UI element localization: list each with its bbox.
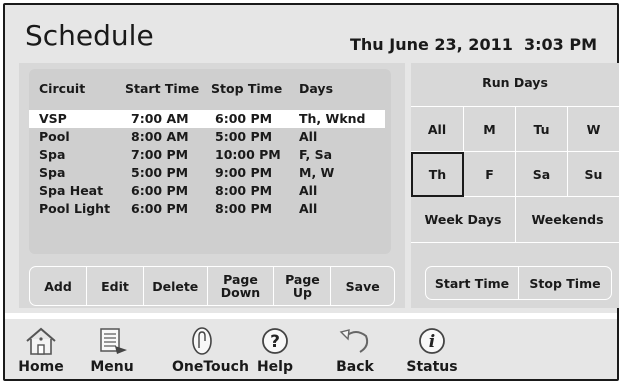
footer-divider [5, 313, 617, 319]
cell-circuit: Spa [39, 165, 66, 180]
start-time-button[interactable]: Start Time [426, 267, 519, 299]
run-days-title: Run Days [482, 75, 548, 90]
week-days-button[interactable]: Week Days [411, 197, 516, 242]
nav-onetouch-label: OneTouch [172, 359, 249, 375]
home-icon [11, 327, 71, 355]
cell-circuit: Pool Light [39, 201, 111, 216]
table-row[interactable]: VSP 7:00 AM 6:00 PM Th, Wknd [29, 110, 385, 128]
table-row[interactable]: Pool 8:00 AM 5:00 PM All [29, 128, 385, 146]
page-down-button[interactable]: Page Down [208, 267, 275, 305]
nav-help-label: Help [256, 359, 294, 375]
cell-stop-time: 8:00 PM [215, 201, 273, 216]
cell-days: F, Sa [299, 147, 333, 162]
schedule-panel: Circuit Start Time Stop Time Days VSP 7:… [19, 63, 405, 308]
col-header-circuit: Circuit [39, 81, 86, 96]
svg-text:?: ? [270, 332, 280, 352]
nav-home[interactable]: Home [11, 327, 71, 375]
col-header-stop-time: Stop Time [211, 81, 283, 96]
nav-menu-label: Menu [90, 359, 134, 375]
run-days-grid: All M Tu W Th F Sa Su Week Days Weekends [411, 106, 619, 243]
nav-home-label: Home [18, 359, 64, 375]
cell-circuit: VSP [39, 111, 67, 126]
schedule-action-bar: Add Edit Delete Page Down Page Up Save [29, 266, 395, 306]
day-all-button[interactable]: All [411, 107, 464, 152]
cell-days: All [299, 183, 318, 198]
page-title: Schedule [25, 19, 154, 52]
cell-start-time: 7:00 AM [131, 111, 189, 126]
save-button[interactable]: Save [331, 267, 394, 305]
cell-start-time: 7:00 PM [131, 147, 189, 162]
nav-status-label: Status [406, 359, 458, 375]
cell-stop-time: 5:00 PM [215, 129, 273, 144]
info-icon: i [402, 327, 462, 355]
day-sunday-button[interactable]: Su [568, 152, 619, 197]
day-wednesday-button[interactable]: W [568, 107, 619, 152]
nav-onetouch[interactable]: OneTouch [172, 327, 249, 375]
cell-start-time: 6:00 PM [131, 183, 189, 198]
nav-status[interactable]: i Status [402, 327, 462, 375]
cell-stop-time: 8:00 PM [215, 183, 273, 198]
nav-back[interactable]: Back [325, 327, 385, 375]
page-up-button[interactable]: Page Up [274, 267, 332, 305]
table-row[interactable]: Spa 7:00 PM 10:00 PM F, Sa [29, 146, 385, 164]
table-row[interactable]: Pool Light 6:00 PM 8:00 PM All [29, 200, 385, 218]
cell-stop-time: 9:00 PM [215, 165, 273, 180]
cell-start-time: 6:00 PM [131, 201, 189, 216]
cell-start-time: 8:00 AM [131, 129, 189, 144]
menu-icon [82, 327, 142, 355]
edit-button[interactable]: Edit [87, 267, 144, 305]
cell-circuit: Pool [39, 129, 70, 144]
nav-back-label: Back [336, 359, 374, 375]
nav-help[interactable]: ? Help [245, 327, 305, 375]
svg-text:i: i [429, 332, 435, 352]
bottom-nav: Home Menu OneTouch ? Help Back i Status [5, 313, 617, 379]
nav-menu[interactable]: Menu [82, 327, 142, 375]
day-tuesday-button[interactable]: Tu [516, 107, 568, 152]
time-button-bar: Start Time Stop Time [425, 266, 612, 300]
cell-stop-time: 6:00 PM [215, 111, 273, 126]
day-monday-button[interactable]: M [464, 107, 516, 152]
cell-days: M, W [299, 165, 335, 180]
app-frame: Schedule Thu June 23, 2011 3:03 PM Circu… [3, 3, 619, 381]
day-friday-button[interactable]: F [464, 152, 516, 197]
onetouch-icon [172, 327, 232, 355]
col-header-start-time: Start Time [125, 81, 200, 96]
cell-days: All [299, 201, 318, 216]
table-row[interactable]: Spa 5:00 PM 9:00 PM M, W [29, 164, 385, 182]
day-saturday-button[interactable]: Sa [516, 152, 568, 197]
cell-circuit: Spa [39, 147, 66, 162]
col-header-days: Days [299, 81, 334, 96]
datetime-display: Thu June 23, 2011 3:03 PM [349, 35, 597, 54]
add-button[interactable]: Add [30, 267, 87, 305]
cell-stop-time: 10:00 PM [215, 147, 281, 162]
cell-days: Th, Wknd [299, 111, 366, 126]
cell-start-time: 5:00 PM [131, 165, 189, 180]
run-days-panel: Run Days All M Tu W Th F Sa Su Week Days… [411, 63, 619, 308]
cell-days: All [299, 129, 318, 144]
weekends-button[interactable]: Weekends [516, 197, 619, 242]
help-icon: ? [245, 327, 305, 355]
day-thursday-button[interactable]: Th [411, 152, 464, 197]
cell-circuit: Spa Heat [39, 183, 104, 198]
schedule-table: Circuit Start Time Stop Time Days VSP 7:… [29, 69, 391, 254]
delete-button[interactable]: Delete [144, 267, 208, 305]
back-arrow-icon [325, 327, 385, 355]
stop-time-button[interactable]: Stop Time [519, 267, 611, 299]
table-row[interactable]: Spa Heat 6:00 PM 8:00 PM All [29, 182, 385, 200]
